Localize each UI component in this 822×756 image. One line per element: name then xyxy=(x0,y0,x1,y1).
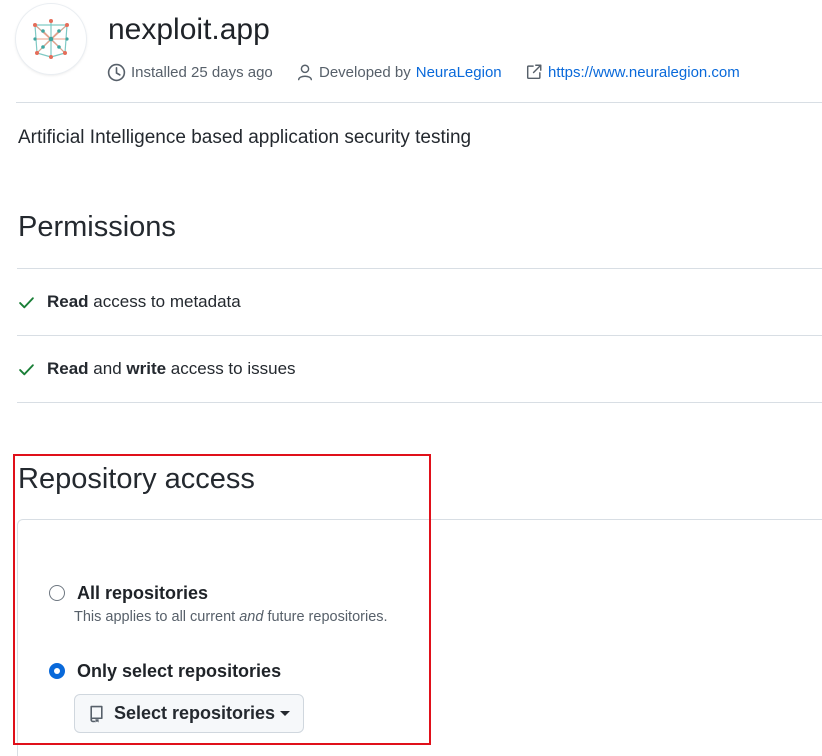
permission-divider xyxy=(17,335,822,336)
permission-text: access to issues xyxy=(166,359,296,378)
external-link-icon xyxy=(526,64,542,80)
developer-info: Developed by NeuraLegion xyxy=(296,62,502,82)
app-name: nexploit.app xyxy=(108,13,270,46)
app-logo xyxy=(16,4,86,74)
permission-text: and xyxy=(88,359,127,378)
neural-network-logo-icon xyxy=(33,19,69,59)
person-icon xyxy=(297,64,313,81)
permission-item-issues: Read and write access to issues xyxy=(18,357,296,381)
developed-by-label: Developed by xyxy=(319,63,411,81)
website-info: https://www.neuralegion.com xyxy=(525,62,740,82)
header-divider xyxy=(16,102,822,103)
app-description: Artificial Intelligence based applicatio… xyxy=(18,127,472,148)
installed-text: Installed 25 days ago xyxy=(131,63,273,81)
developer-link[interactable]: NeuraLegion xyxy=(416,64,502,81)
permission-item-metadata: Read access to metadata xyxy=(18,290,241,314)
check-icon xyxy=(19,296,34,308)
highlight-annotation-box xyxy=(13,454,431,745)
permissions-heading: Permissions xyxy=(18,211,176,243)
website-link[interactable]: https://www.neuralegion.com xyxy=(548,64,740,81)
permissions-divider xyxy=(17,268,822,269)
installed-info: Installed 25 days ago xyxy=(107,62,273,82)
check-icon xyxy=(19,363,34,375)
permission-text: access to metadata xyxy=(88,292,241,311)
clock-icon xyxy=(107,63,126,81)
permission-level: Read xyxy=(47,292,89,311)
permission-level: Read xyxy=(47,359,89,378)
permission-level: write xyxy=(126,359,167,378)
permission-divider xyxy=(17,402,822,403)
